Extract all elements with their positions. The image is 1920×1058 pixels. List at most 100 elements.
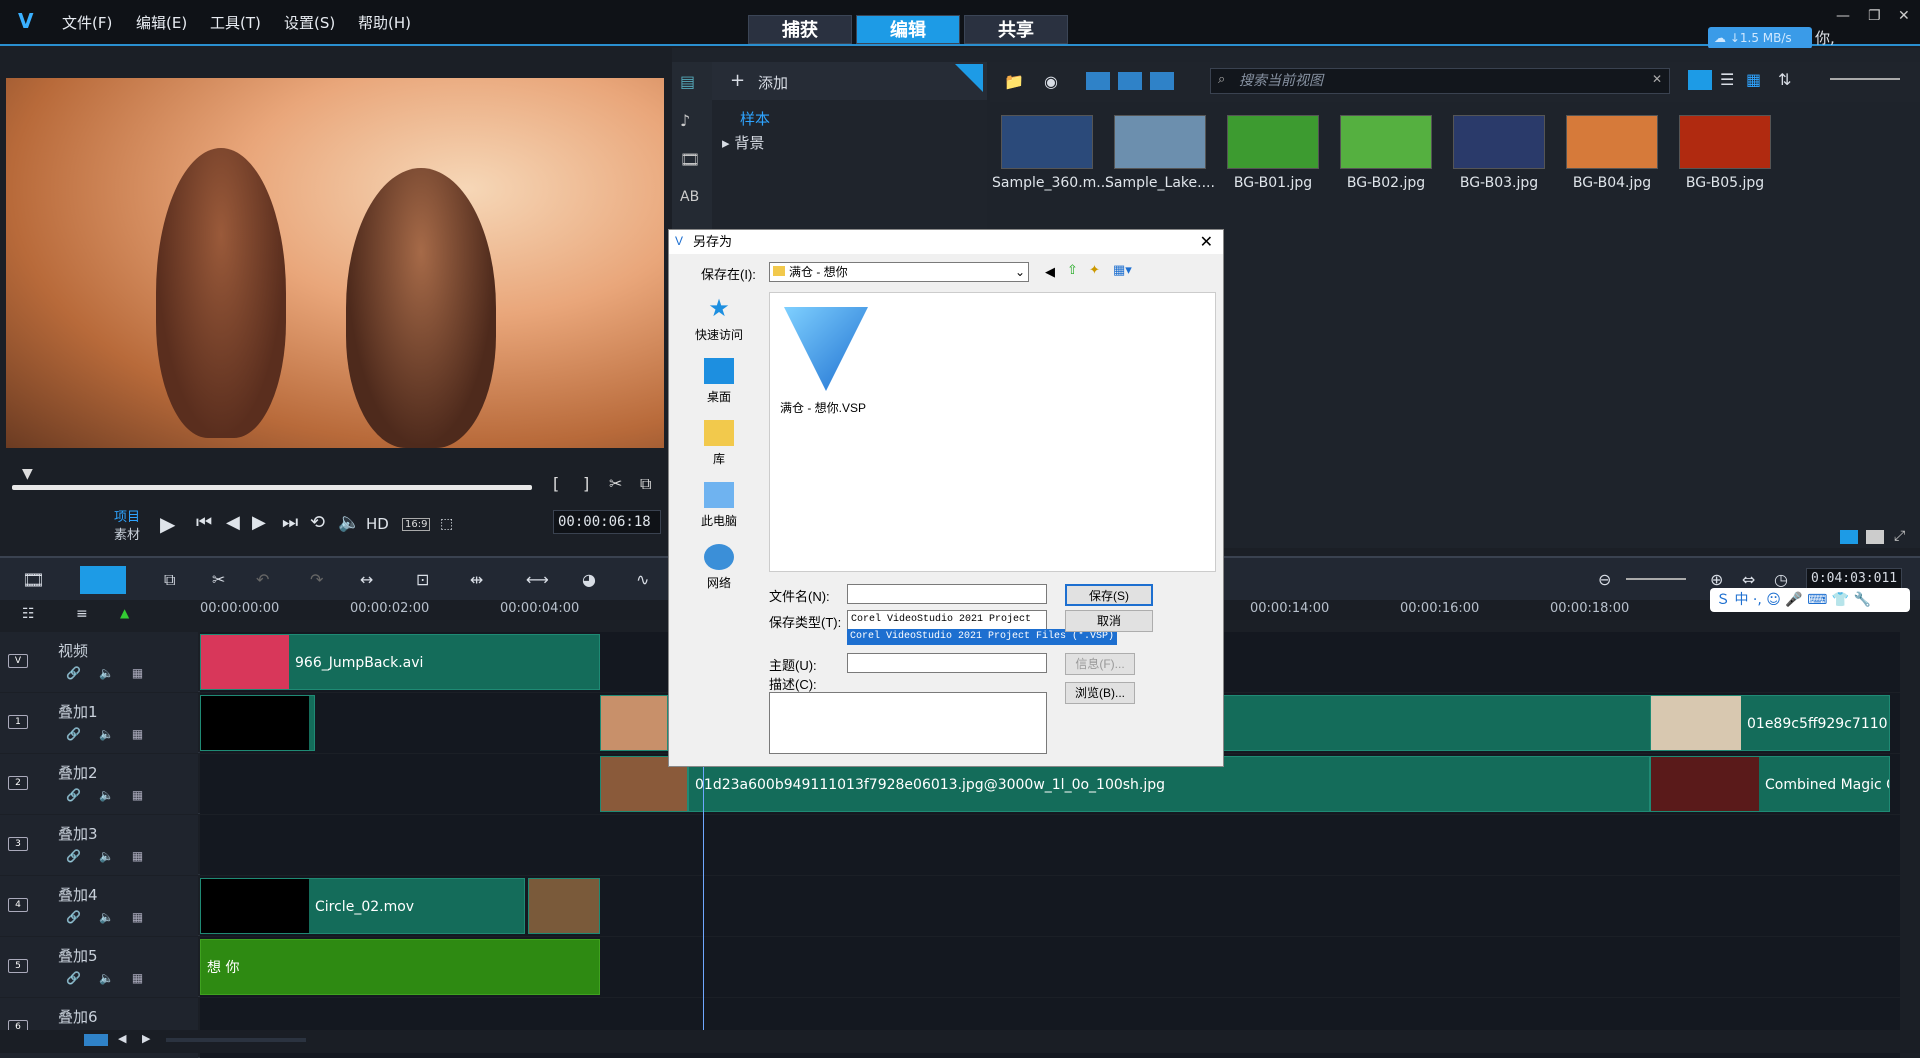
menu-tools[interactable]: 工具(T) [210, 12, 261, 33]
timeline-view-icon[interactable] [80, 566, 126, 594]
library-thumb[interactable]: BG-B02.jpg [1331, 105, 1441, 200]
new-folder-icon[interactable]: ✦ [1089, 262, 1100, 278]
cancel-button[interactable]: 取消 [1065, 610, 1153, 632]
audio-mix-icon[interactable]: ∿ [636, 570, 649, 589]
redo-icon[interactable]: ↷ [310, 570, 323, 589]
nav-network[interactable]: 网络 [689, 544, 749, 591]
timeline-clip[interactable]: 想 你 [200, 939, 600, 995]
copy-frame-icon[interactable]: ⧉ [640, 474, 651, 494]
library-view-b-icon[interactable] [1866, 530, 1884, 544]
file-item-label[interactable]: 满仓 - 想你.VSP [780, 399, 866, 416]
library-view-a-icon[interactable] [1840, 530, 1858, 544]
track-tools-icon[interactable]: 🔗🔈▦ [66, 910, 161, 924]
split-icon[interactable]: ✂ [609, 474, 622, 493]
next-frame-icon[interactable]: ▶ [252, 512, 266, 533]
dialog-close-icon[interactable]: ✕ [1200, 232, 1213, 252]
color-icon[interactable]: ◕ [582, 570, 596, 589]
scroll-next-icon[interactable]: ▶ [142, 1032, 150, 1045]
scroll-thumb[interactable] [166, 1038, 306, 1042]
mark-out-icon[interactable]: ] [583, 474, 589, 493]
library-thumb[interactable]: BG-B01.jpg [1218, 105, 1328, 200]
file-list[interactable]: 满仓 - 想你.VSP [769, 292, 1216, 572]
stretch-icon[interactable]: ⇹ [470, 570, 483, 589]
pin-icon[interactable] [955, 64, 983, 92]
project-mode-label[interactable]: 项目 [114, 506, 140, 525]
home-icon[interactable]: ⏮ [196, 512, 212, 533]
filename-input[interactable] [847, 584, 1047, 604]
tab-share[interactable]: 共享 [964, 15, 1068, 44]
mark-in-icon[interactable]: [ [553, 474, 559, 493]
timeline-clip[interactable]: Circle_02.mov [200, 878, 525, 934]
library-thumb[interactable]: BG-B05.jpg [1670, 105, 1780, 200]
zoom-slider[interactable] [1626, 578, 1686, 580]
menu-file[interactable]: 文件(F) [62, 12, 112, 33]
library-thumb[interactable]: Sample_360.m... [992, 105, 1110, 200]
tab-capture[interactable]: 捕获 [748, 15, 852, 44]
chapter-icon[interactable]: ≡ [76, 606, 88, 622]
timeline-clip[interactable] [600, 695, 668, 751]
track-tools-icon[interactable]: 🔗🔈▦ [66, 666, 161, 680]
save-in-select[interactable]: 满仓 - 想你 ⌄ [769, 262, 1029, 282]
menu-settings[interactable]: 设置(S) [284, 12, 335, 33]
storyboard-view-icon[interactable]: 🎞 [22, 570, 45, 591]
track-header[interactable]: 1 叠加1 🔗🔈▦ [0, 693, 198, 753]
view-thumb-icon[interactable] [1688, 70, 1712, 90]
clip-mode-label[interactable]: 素材 [114, 524, 140, 543]
undo-icon[interactable]: ↶ [256, 570, 269, 589]
info-button[interactable]: 信息(F)... [1065, 653, 1135, 675]
add-track-icon[interactable]: ⧉ [164, 570, 175, 590]
filter-audio-icon[interactable] [1150, 72, 1174, 90]
nav-library[interactable]: 库 [689, 420, 749, 467]
library-expand-icon[interactable]: ⤢ [1894, 528, 1905, 544]
nav-this-pc[interactable]: 此电脑 [689, 482, 749, 529]
library-thumb[interactable]: BG-B04.jpg [1557, 105, 1667, 200]
play-icon[interactable]: ▶ [160, 512, 175, 536]
sort-icon[interactable]: ⇅ [1778, 70, 1791, 89]
track-header[interactable]: V 视频 🔗🔈▦ [0, 632, 198, 692]
view-menu-icon[interactable]: ▦▾ [1113, 262, 1132, 278]
timeline-hscroll[interactable]: ◀ ▶ [0, 1030, 1920, 1053]
filter-video-icon[interactable] [1086, 72, 1110, 90]
timeline-clip[interactable] [528, 878, 600, 934]
menu-help[interactable]: 帮助(H) [358, 12, 411, 33]
restore-icon[interactable]: ❐ [1868, 8, 1881, 24]
tree-item-background[interactable]: ▸ 背景 [722, 132, 764, 153]
timeline-timecode[interactable]: 0:04:03:011 [1806, 568, 1902, 590]
media-icon[interactable]: ▤ [680, 72, 704, 91]
search-input[interactable]: 搜索当前视图 [1210, 68, 1670, 94]
close-icon[interactable]: ✕ [1898, 8, 1910, 24]
minimize-icon[interactable]: — [1836, 8, 1850, 24]
ime-toolbar[interactable]: Ｓ 中 ·, ☺ 🎤 ⌨ 👕 🔧 [1710, 588, 1910, 612]
filetype-select[interactable]: Corel VideoStudio 2021 Project Files [847, 610, 1047, 643]
instant-project-icon[interactable]: 🎞 [680, 150, 704, 169]
timeline-clip[interactable]: 01e89c5ff929c711013fdc [1650, 695, 1890, 751]
back-icon[interactable]: ◀ [1045, 264, 1055, 280]
aspect-button[interactable]: 16:9 [402, 518, 431, 531]
trim-marker-icon[interactable]: ▼ [22, 466, 33, 482]
plus-icon[interactable]: + [730, 70, 745, 91]
thumb-size-slider[interactable] [1830, 78, 1900, 80]
subtitle-icon[interactable]: ⊡ [416, 570, 429, 589]
track-header[interactable]: 4 叠加4 🔗🔈▦ [0, 876, 198, 936]
ripple-edit-icon[interactable]: ▲ [120, 606, 129, 620]
track-body[interactable]: 想 你 [200, 937, 1900, 997]
record-icon[interactable]: ◉ [1044, 72, 1058, 91]
scroll-left-button[interactable] [84, 1034, 108, 1046]
library-thumb[interactable]: BG-B03.jpg [1444, 105, 1554, 200]
add-label[interactable]: 添加 [758, 72, 788, 93]
up-folder-icon[interactable]: ⇧ [1067, 262, 1078, 278]
zoom-in-icon[interactable]: ⊕ [1710, 570, 1723, 589]
menu-edit[interactable]: 编辑(E) [136, 12, 187, 33]
prev-frame-icon[interactable]: ◀ [226, 512, 240, 533]
clear-search-icon[interactable]: ✕ [1652, 72, 1662, 86]
tab-edit[interactable]: 编辑 [856, 15, 960, 44]
ripple-icon[interactable]: ⟷ [526, 570, 549, 589]
scrub-bar[interactable] [12, 485, 532, 490]
track-manager-icon[interactable]: ☷ [22, 606, 35, 622]
timeline-clip[interactable]: 966_JumpBack.avi [200, 634, 600, 690]
end-icon[interactable]: ⏭ [282, 512, 298, 533]
volume-icon[interactable]: 🔈 [338, 512, 360, 533]
view-grid-icon[interactable]: ▦ [1746, 70, 1761, 89]
vsp-file-icon[interactable] [784, 307, 868, 391]
track-tools-icon[interactable]: 🔗🔈▦ [66, 727, 161, 741]
